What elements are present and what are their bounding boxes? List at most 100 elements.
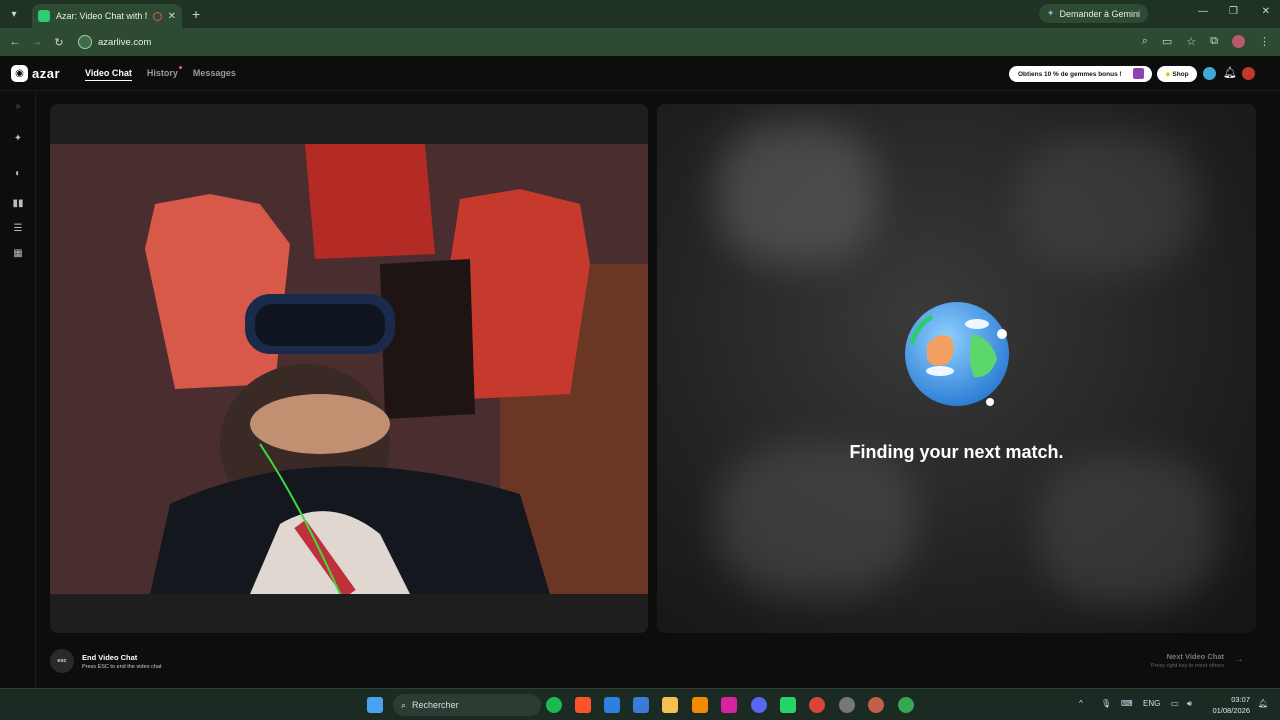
bookmark-star-icon[interactable]: ☆ [1186,35,1196,48]
shop-label: Shop [1172,70,1189,78]
remote-video-panel: Finding your next match. [657,104,1256,633]
azar-logo-text: azar [32,66,61,81]
esc-button[interactable]: esc [50,649,74,673]
tab-close-icon[interactable]: ✕ [168,11,176,22]
address-bar: ← → ↻ azarlive.com ⌕ ▭ ☆ ⧉ ⋮ [0,28,1280,56]
system-clock[interactable]: 03:07 01/08/2026 [1212,694,1250,716]
start-menu-icon[interactable] [367,697,383,713]
next-video-chat[interactable]: Next Video Chat Press right key to meet … [1151,652,1224,669]
defender-icon[interactable] [604,697,620,713]
azar-favicon-icon [38,10,50,22]
store-icon[interactable] [633,697,649,713]
maximize-icon[interactable]: ❐ [1229,6,1238,17]
language-indicator[interactable]: ENG [1143,699,1160,708]
layout-grid-icon[interactable]: ▦ [12,248,24,260]
audio-recording-icon[interactable] [152,11,162,21]
discord-icon[interactable] [751,697,767,713]
filter-icon[interactable]: ◐ [12,168,24,180]
close-window-icon[interactable]: ✕ [1262,6,1270,17]
layout-rows-icon[interactable]: ☰ [12,223,24,235]
nav-history-label: History [146,68,178,78]
keyboard-icon[interactable]: ⌨ [1121,699,1133,708]
tab-search-icon[interactable]: ▾ [4,4,24,24]
taskbar-search[interactable]: ⌕ Rechercher [393,694,541,716]
search-placeholder: Rechercher [412,700,459,710]
blurred-background-4 [1037,454,1217,604]
new-tab-icon[interactable]: + [192,6,200,22]
file-explorer-icon[interactable] [662,697,678,713]
url-text: azarlive.com [98,36,152,48]
volume-icon[interactable]: 🔊︎ [1187,699,1192,709]
local-camera-feed [50,144,648,594]
gemini-label: Demander à Gemini [1059,8,1140,19]
local-video-panel [50,104,648,633]
user-avatar[interactable] [1242,67,1255,80]
notification-center-icon[interactable]: 🔔︎ [1258,699,1268,708]
chevrons-right-icon[interactable]: » [12,101,24,113]
reload-icon[interactable]: ↻ [48,36,70,49]
clock-time: 03:07 [1231,695,1250,704]
brave-icon[interactable] [575,697,591,713]
zoom-icon[interactable]: ⌕ [1142,35,1148,48]
chrome-active-icon[interactable] [898,697,914,713]
browser-tab[interactable]: Azar: Video Chat with New ✕ [32,4,182,28]
end-chat-hint: Press ESC to end the video chat [82,663,162,670]
azar-logo[interactable]: ◉ azar [11,65,60,82]
camera-scene [50,144,648,594]
site-info-icon[interactable] [78,35,92,49]
search-icon: ⌕ [401,699,407,710]
microphone-icon[interactable]: 🎙︎ [1101,699,1111,708]
layout-columns-icon[interactable]: ▮▮ [12,198,24,210]
gift-icon [1133,68,1144,79]
notification-dot [178,66,182,69]
forward-icon[interactable]: → [26,36,48,48]
next-arrow-icon[interactable]: → [1234,654,1244,665]
chrome-icon[interactable] [809,697,825,713]
end-chat-title: End Video Chat [82,652,138,662]
instagram-icon[interactable] [721,697,737,713]
clock-date: 01/08/2026 [1212,706,1250,715]
gemini-star-icon: ✦ [1046,8,1055,18]
globe-icon [905,302,1009,406]
gems-balance-icon[interactable] [1203,67,1216,80]
gemini-button[interactable]: ✦ Demander à Gemini [1038,4,1148,23]
blurred-background-3 [717,444,917,594]
end-video-chat[interactable]: esc End Video Chat Press ESC to end the … [50,649,162,673]
notifications-bell-icon[interactable]: 🔔︎ [1223,67,1237,80]
shop-button[interactable]: ◆ Shop [1157,66,1197,82]
chrome-profile-2-icon[interactable] [868,697,884,713]
profile-avatar-icon[interactable] [1232,35,1245,48]
browser-menu-icon[interactable]: ⋮ [1259,35,1270,48]
app-header: ◉ azar Video Chat History Messages Obtie… [0,56,1280,91]
nav-history[interactable]: History [146,66,182,81]
cast-icon[interactable]: ▭ [1162,35,1172,48]
minimize-icon[interactable]: — [1198,6,1208,17]
next-chat-title: Next Video Chat [1166,652,1224,661]
gem-icon: ◆ [1165,71,1171,78]
magic-wand-icon[interactable]: ✦ [12,133,24,145]
tab-title: Azar: Video Chat with New [56,11,147,21]
network-icon[interactable]: ▭ [1171,699,1179,708]
url-field[interactable]: azarlive.com [78,35,151,49]
promo-label: Obtiens 10 % de gemmes bonus ! [1018,70,1122,78]
nav-messages[interactable]: Messages [193,68,236,81]
next-chat-hint: Press right key to meet others [1150,663,1224,669]
azar-logo-icon: ◉ [11,65,28,82]
tray-overflow-icon[interactable]: ^ [1079,699,1083,708]
vlc-icon[interactable] [692,697,708,713]
nav-video-chat[interactable]: Video Chat [85,68,132,81]
matching-status: Finding your next match. [849,442,1064,462]
windows-taskbar: ⌕ Rechercher ^ 🎙︎ ⌨ ENG ▭ 🔊︎ 03:07 01/08… [0,688,1280,720]
left-toolbar: » ✦ ◐ ▮▮ ☰ ▦ [0,91,36,688]
extensions-icon[interactable]: ⧉ [1210,35,1218,48]
blurred-background-2 [1017,134,1197,274]
gem-promo-button[interactable]: Obtiens 10 % de gemmes bonus ! [1009,66,1152,82]
whatsapp-icon[interactable] [780,697,796,713]
spotify-icon[interactable] [546,697,562,713]
blurred-background [717,124,877,264]
chrome-profile-icon[interactable] [839,697,855,713]
azar-app: ◉ azar Video Chat History Messages Obtie… [0,56,1280,688]
browser-tab-bar: ▾ Azar: Video Chat with New ✕ + ✦ Demand… [0,0,1280,28]
back-icon[interactable]: ← [4,36,26,48]
main-nav: Video Chat History Messages [85,66,236,81]
